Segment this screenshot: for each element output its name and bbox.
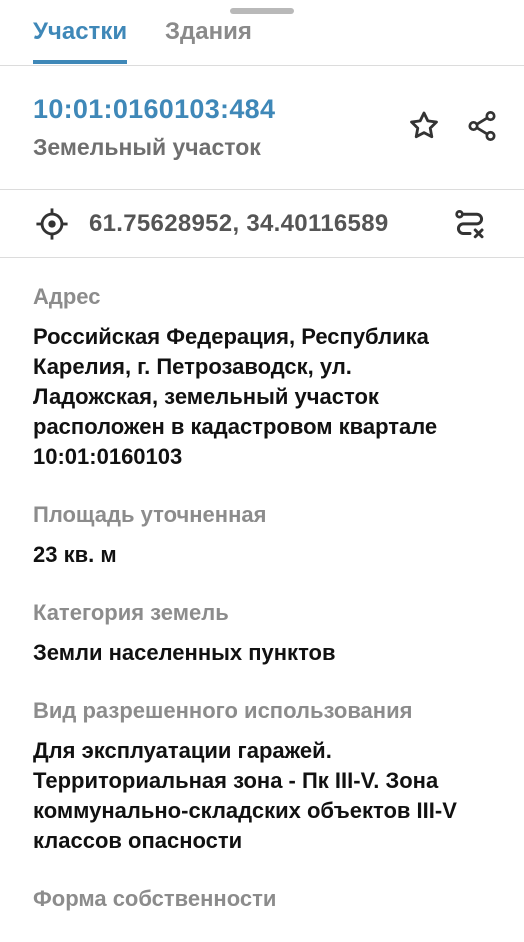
coordinates-row: 61.75628952, 34.40116589 — [0, 190, 524, 258]
locate-button[interactable] — [32, 204, 72, 244]
tab-buildings[interactable]: Здания — [165, 18, 252, 46]
ownership-label: Форма собственности — [33, 886, 277, 911]
land-category-label: Категория земель — [33, 600, 229, 625]
object-header: 10:01:0160103:484 Земельный участок — [0, 66, 524, 190]
star-icon — [410, 111, 438, 139]
share-icon — [468, 111, 496, 141]
cadastral-number: 10:01:0160103:484 — [33, 94, 276, 124]
favorite-button[interactable] — [404, 106, 444, 146]
coordinates-text[interactable]: 61.75628952, 34.40116589 — [89, 210, 389, 238]
land-category-value: Земли населенных пунктов — [33, 640, 336, 665]
address-label: Адрес — [33, 284, 101, 309]
object-type: Земельный участок — [33, 134, 261, 160]
tab-bar: Участки Здания — [0, 0, 524, 66]
details-list: Адрес Российская Федерация, Республика К… — [33, 282, 523, 942]
area-value: 23 кв. м — [33, 542, 117, 567]
area-label: Площадь уточненная — [33, 502, 267, 527]
area-field: Площадь уточненная 23 кв. м — [33, 500, 523, 570]
ownership-field: Форма собственности — [33, 884, 523, 914]
address-value: Российская Федерация, Республика Карелия… — [33, 324, 438, 469]
permitted-use-field: Вид разрешенного использования Для экспл… — [33, 696, 523, 856]
crosshair-icon — [36, 208, 68, 240]
share-button[interactable] — [462, 106, 502, 146]
route-button[interactable] — [450, 204, 490, 244]
land-category-field: Категория земель Земли населенных пункто… — [33, 598, 523, 668]
tab-plots[interactable]: Участки — [33, 18, 128, 64]
permitted-use-label: Вид разрешенного использования — [33, 698, 413, 723]
route-icon — [455, 210, 484, 239]
permitted-use-value: Для эксплуатации гаражей. Территориальна… — [33, 738, 457, 853]
address-field: Адрес Российская Федерация, Республика К… — [33, 282, 523, 472]
